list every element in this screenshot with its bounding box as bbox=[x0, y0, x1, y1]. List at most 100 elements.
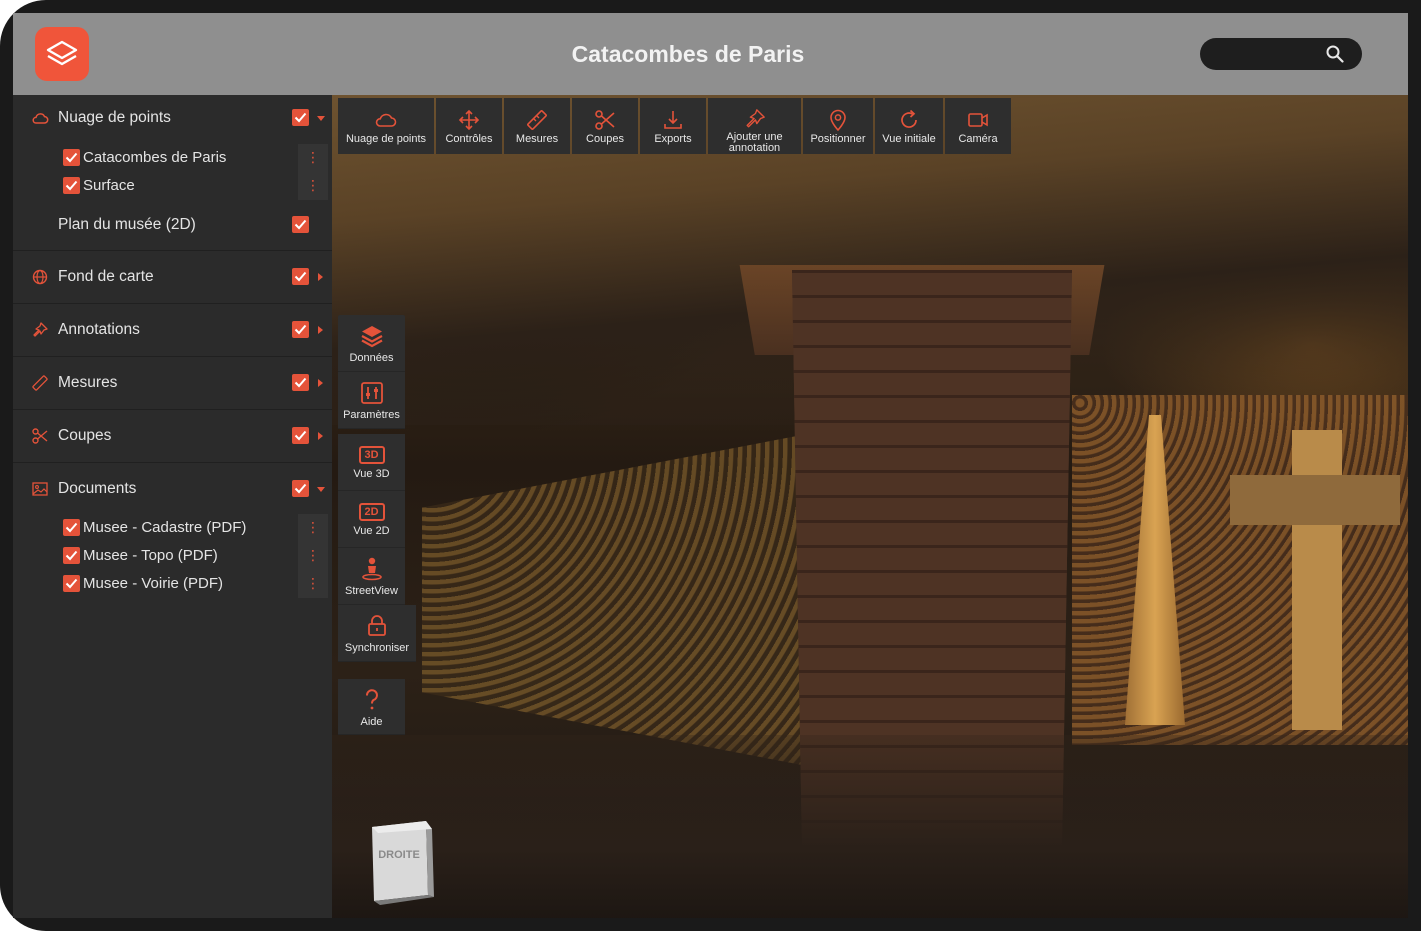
search-box[interactable] bbox=[1200, 38, 1362, 70]
expand-arrow-icon[interactable] bbox=[318, 432, 323, 440]
expand-arrow-icon[interactable] bbox=[318, 273, 323, 281]
tool-vue-2d[interactable]: 2D Vue 2D bbox=[338, 491, 405, 548]
globe-icon bbox=[32, 269, 48, 285]
layer-checkbox[interactable] bbox=[63, 519, 80, 536]
section-label: Mesures bbox=[58, 374, 118, 391]
question-icon bbox=[365, 689, 378, 710]
section-checkbox[interactable] bbox=[292, 427, 309, 444]
layer-menu-button[interactable]: ⋮ bbox=[298, 514, 328, 542]
scissors-icon bbox=[32, 428, 48, 444]
layer-checkbox[interactable] bbox=[63, 575, 80, 592]
section-fond-de-carte: Fond de carte bbox=[13, 251, 332, 304]
document-item: Musee - Topo (PDF) ⋮ bbox=[13, 542, 332, 570]
layer-label: Surface bbox=[83, 177, 135, 194]
section-header-coupes[interactable]: Coupes bbox=[13, 419, 332, 453]
tool-label: Aide bbox=[360, 716, 383, 728]
vertical-toolbar-views: 3D Vue 3D 2D Vue 2D StreetView Synchroni… bbox=[338, 434, 416, 662]
navigation-cube[interactable]: DROITE bbox=[368, 817, 446, 905]
app-screen: Catacombes de Paris Nuage de points Cata… bbox=[13, 13, 1408, 918]
top-toolbar: Nuage de points Contrôles Mesures Coupes… bbox=[338, 98, 1013, 154]
tool-label: Paramètres bbox=[343, 409, 400, 421]
layer-item: Surface ⋮ bbox=[13, 172, 332, 200]
section-checkbox[interactable] bbox=[292, 374, 309, 391]
tool-aide[interactable]: Aide bbox=[338, 679, 405, 735]
tool-label: Synchroniser bbox=[344, 642, 410, 654]
section-coupes: Coupes bbox=[13, 410, 332, 463]
ruler-icon bbox=[527, 110, 547, 130]
cloud-icon bbox=[375, 113, 397, 127]
tool-synchroniser[interactable]: Synchroniser bbox=[338, 605, 416, 662]
device-frame: Catacombes de Paris Nuage de points Cata… bbox=[0, 0, 1421, 931]
layer-checkbox[interactable] bbox=[63, 177, 80, 194]
section-mesures: Mesures bbox=[13, 357, 332, 410]
layer-label: Musee - Cadastre (PDF) bbox=[83, 519, 247, 536]
search-icon[interactable] bbox=[1326, 45, 1344, 63]
tool-positionner[interactable]: Positionner bbox=[803, 98, 873, 154]
point-cloud-viewport[interactable]: Nuage de points Contrôles Mesures Coupes… bbox=[332, 95, 1408, 918]
tool-label: Données bbox=[349, 352, 394, 364]
layer-menu-button[interactable]: ⋮ bbox=[298, 570, 328, 598]
tool-label: Nuage de points bbox=[345, 133, 427, 145]
map-pin-icon bbox=[830, 109, 846, 132]
layer-label: Musee - Voirie (PDF) bbox=[83, 575, 224, 592]
pin-icon bbox=[33, 322, 48, 337]
2d-view-icon: 2D bbox=[358, 503, 385, 521]
tool-streetview[interactable]: StreetView bbox=[338, 548, 405, 605]
tool-label: Vue initiale bbox=[882, 133, 936, 145]
tool-exports[interactable]: Exports bbox=[640, 98, 706, 154]
tool-nuage-de-points[interactable]: Nuage de points bbox=[338, 98, 434, 154]
document-item: Musee - Cadastre (PDF) ⋮ bbox=[13, 514, 332, 542]
scene-floor bbox=[332, 735, 1408, 918]
3d-view-icon: 3D bbox=[358, 446, 385, 464]
sliders-icon bbox=[360, 382, 383, 404]
refresh-icon bbox=[901, 109, 917, 128]
download-icon bbox=[664, 111, 682, 129]
tool-label: Caméra bbox=[958, 133, 998, 145]
section-label: Documents bbox=[58, 480, 137, 497]
expand-arrow-icon[interactable] bbox=[318, 326, 323, 334]
section-header-documents[interactable]: Documents bbox=[13, 472, 332, 506]
tool-vue-initiale[interactable]: Vue initiale bbox=[875, 98, 943, 154]
layer-menu-button[interactable]: ⋮ bbox=[298, 172, 328, 200]
pin-icon bbox=[746, 109, 765, 128]
scene-inscription-plaque bbox=[1230, 475, 1400, 525]
layer-checkbox[interactable] bbox=[292, 216, 309, 233]
tool-mesures[interactable]: Mesures bbox=[504, 98, 570, 154]
vertical-toolbar-data: Données Paramètres bbox=[338, 315, 405, 429]
expand-arrow-icon[interactable] bbox=[318, 379, 323, 387]
tool-ajouter-annotation[interactable]: Ajouter une annotation bbox=[708, 98, 801, 154]
section-checkbox[interactable] bbox=[292, 480, 309, 497]
section-label: Coupes bbox=[58, 427, 112, 444]
section-header-fond-de-carte[interactable]: Fond de carte bbox=[13, 260, 332, 294]
section-header-annotations[interactable]: Annotations bbox=[13, 313, 332, 347]
section-label: Annotations bbox=[58, 321, 140, 338]
vertical-toolbar-help: Aide bbox=[338, 679, 405, 735]
layer-item-plan-musee: Plan du musée (2D) bbox=[13, 208, 332, 242]
layer-menu-button[interactable]: ⋮ bbox=[298, 542, 328, 570]
section-checkbox[interactable] bbox=[292, 321, 309, 338]
section-checkbox[interactable] bbox=[292, 109, 309, 126]
tool-parametres[interactable]: Paramètres bbox=[338, 372, 405, 429]
section-annotations: Annotations bbox=[13, 304, 332, 357]
tool-coupes[interactable]: Coupes bbox=[572, 98, 638, 154]
scene-ossuary-wall-left bbox=[422, 435, 802, 765]
section-header-mesures[interactable]: Mesures bbox=[13, 366, 332, 400]
tool-donnees[interactable]: Données bbox=[338, 315, 405, 372]
cloud-icon bbox=[32, 113, 49, 124]
layer-menu-button[interactable]: ⋮ bbox=[298, 144, 328, 172]
scene-ossuary-wall-right bbox=[1072, 395, 1408, 745]
tool-controles[interactable]: Contrôles bbox=[436, 98, 502, 154]
layer-label: Plan du musée (2D) bbox=[58, 216, 196, 233]
layers-sidebar: Nuage de points Catacombes de Paris ⋮ Su… bbox=[13, 95, 332, 918]
section-header-nuage-de-points[interactable]: Nuage de points bbox=[13, 101, 332, 135]
tool-vue-3d[interactable]: 3D Vue 3D bbox=[338, 434, 405, 491]
layer-checkbox[interactable] bbox=[63, 149, 80, 166]
collapse-arrow-icon[interactable] bbox=[317, 116, 325, 121]
tool-label: Mesures bbox=[515, 133, 559, 145]
search-input[interactable] bbox=[1210, 44, 1320, 64]
layer-checkbox[interactable] bbox=[63, 547, 80, 564]
collapse-arrow-icon[interactable] bbox=[317, 487, 325, 492]
tool-camera[interactable]: Caméra bbox=[945, 98, 1011, 154]
tool-label: Vue 3D bbox=[353, 468, 390, 480]
section-checkbox[interactable] bbox=[292, 268, 309, 285]
